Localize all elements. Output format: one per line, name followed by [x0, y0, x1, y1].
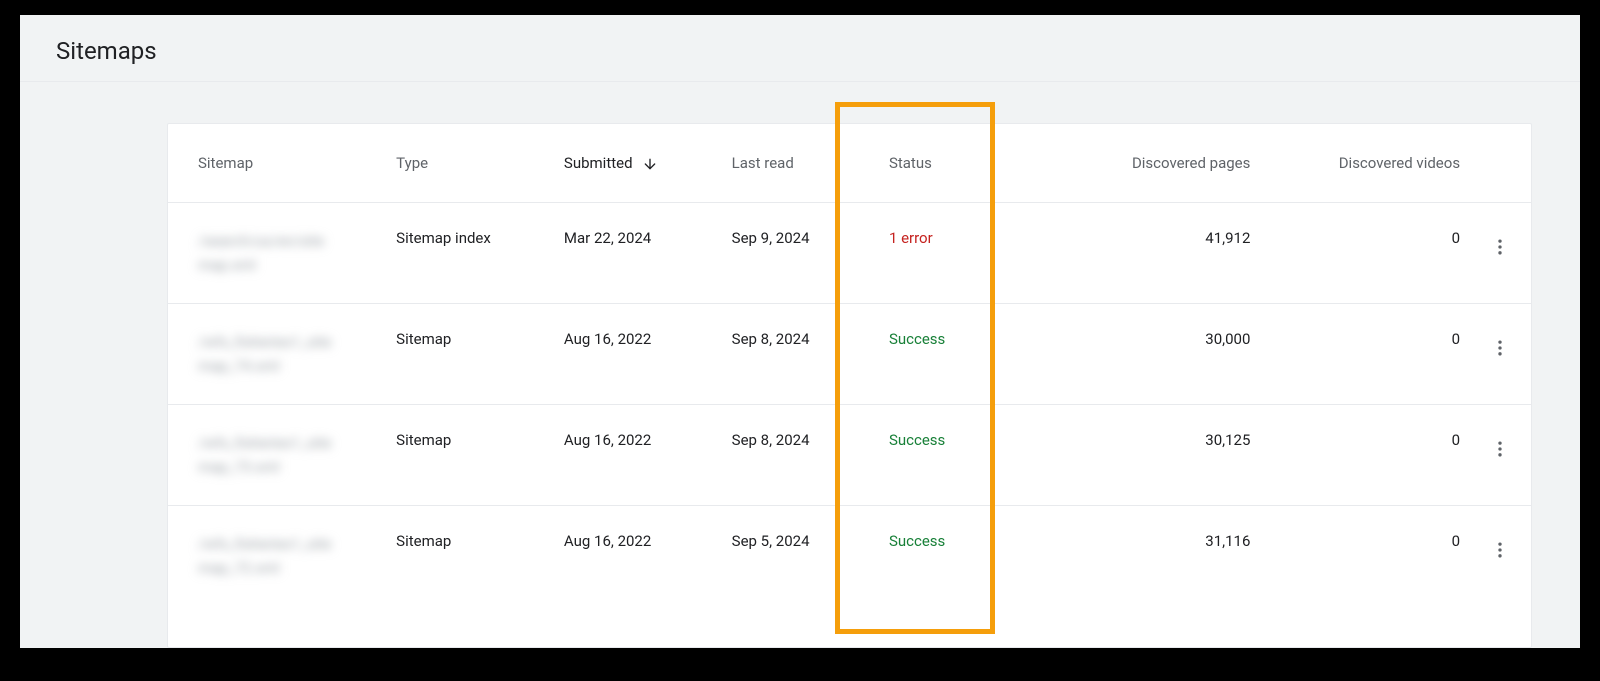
- cell-status: Success: [881, 304, 1049, 405]
- table-row[interactable]: /wfs_fisheries1_site map_74.xmlSitemapAu…: [168, 304, 1531, 405]
- cell-submitted: Aug 16, 2022: [556, 506, 724, 607]
- more-vert-icon: [1490, 338, 1510, 358]
- col-header-label: Discovered pages: [1132, 154, 1250, 172]
- cell-discovered-pages: 30,000: [1049, 304, 1259, 405]
- cell-actions: [1468, 506, 1531, 607]
- cell-type: Sitemap: [388, 506, 556, 607]
- col-header-sitemap[interactable]: Sitemap: [168, 124, 388, 203]
- row-more-menu-button[interactable]: [1482, 532, 1518, 568]
- page-title: Sitemaps: [56, 37, 157, 65]
- col-header-discovered-videos[interactable]: Discovered videos: [1258, 124, 1468, 203]
- more-vert-icon: [1490, 439, 1510, 459]
- col-header-discovered-pages[interactable]: Discovered pages: [1049, 124, 1259, 203]
- sitemap-path-blurred: /wfs_fisheries1_site map_74.xml: [198, 330, 380, 378]
- cell-status: Success: [881, 506, 1049, 607]
- sitemap-path-blurred: /search/us/en/site map.xml: [198, 229, 380, 277]
- col-header-label: Status: [889, 154, 932, 172]
- cell-status: 1 error: [881, 203, 1049, 304]
- cell-discovered-videos: 0: [1258, 405, 1468, 506]
- cell-sitemap: /wfs_fisheries1_site map_73.xml: [168, 405, 388, 506]
- cell-type: Sitemap index: [388, 203, 556, 304]
- page-header: Sitemaps: [20, 15, 1580, 82]
- row-more-menu-button[interactable]: [1482, 330, 1518, 366]
- sitemaps-table: Sitemap Type Submitted Last read: [168, 124, 1531, 606]
- cell-actions: [1468, 405, 1531, 506]
- cell-status: Success: [881, 405, 1049, 506]
- more-vert-icon: [1490, 540, 1510, 560]
- cell-discovered-pages: 31,116: [1049, 506, 1259, 607]
- cell-last-read: Sep 9, 2024: [724, 203, 881, 304]
- row-more-menu-button[interactable]: [1482, 229, 1518, 265]
- table-header-row: Sitemap Type Submitted Last read: [168, 124, 1531, 203]
- status-badge: Success: [889, 532, 945, 550]
- table-row[interactable]: /wfs_fisheries1_site map_73.xmlSitemapAu…: [168, 405, 1531, 506]
- arrow-down-icon: [642, 156, 658, 172]
- cell-last-read: Sep 8, 2024: [724, 304, 881, 405]
- cell-type: Sitemap: [388, 304, 556, 405]
- cell-submitted: Aug 16, 2022: [556, 405, 724, 506]
- cell-discovered-pages: 30,125: [1049, 405, 1259, 506]
- status-badge: 1 error: [889, 229, 933, 247]
- cell-actions: [1468, 203, 1531, 304]
- cell-discovered-videos: 0: [1258, 506, 1468, 607]
- cell-actions: [1468, 304, 1531, 405]
- cell-last-read: Sep 8, 2024: [724, 405, 881, 506]
- col-header-label: Type: [396, 154, 428, 172]
- cell-sitemap: /wfs_fisheries1_site map_74.xml: [168, 304, 388, 405]
- cell-sitemap: /search/us/en/site map.xml: [168, 203, 388, 304]
- table-row[interactable]: /search/us/en/site map.xmlSitemap indexM…: [168, 203, 1531, 304]
- sitemap-path-blurred: /wfs_fisheries1_site map_73.xml: [198, 431, 380, 479]
- col-header-status[interactable]: Status: [881, 124, 1049, 203]
- table-row[interactable]: /wfs_fisheries1_site map_72.xmlSitemapAu…: [168, 506, 1531, 607]
- cell-last-read: Sep 5, 2024: [724, 506, 881, 607]
- sitemaps-card: Sitemap Type Submitted Last read: [167, 123, 1532, 648]
- row-more-menu-button[interactable]: [1482, 431, 1518, 467]
- col-header-label: Discovered videos: [1339, 154, 1460, 172]
- status-badge: Success: [889, 330, 945, 348]
- col-header-label: Last read: [732, 154, 794, 172]
- app-frame: Sitemaps Sitemap Type Submitted: [20, 15, 1580, 648]
- col-header-actions: [1468, 124, 1531, 203]
- col-header-type[interactable]: Type: [388, 124, 556, 203]
- cell-type: Sitemap: [388, 405, 556, 506]
- cell-discovered-videos: 0: [1258, 304, 1468, 405]
- cell-sitemap: /wfs_fisheries1_site map_72.xml: [168, 506, 388, 607]
- more-vert-icon: [1490, 237, 1510, 257]
- status-badge: Success: [889, 431, 945, 449]
- cell-discovered-videos: 0: [1258, 203, 1468, 304]
- col-header-submitted[interactable]: Submitted: [556, 124, 724, 203]
- cell-submitted: Aug 16, 2022: [556, 304, 724, 405]
- col-header-last-read[interactable]: Last read: [724, 124, 881, 203]
- sitemap-path-blurred: /wfs_fisheries1_site map_72.xml: [198, 532, 380, 580]
- col-header-label: Submitted: [564, 154, 633, 172]
- cell-discovered-pages: 41,912: [1049, 203, 1259, 304]
- col-header-label: Sitemap: [198, 154, 253, 172]
- cell-submitted: Mar 22, 2024: [556, 203, 724, 304]
